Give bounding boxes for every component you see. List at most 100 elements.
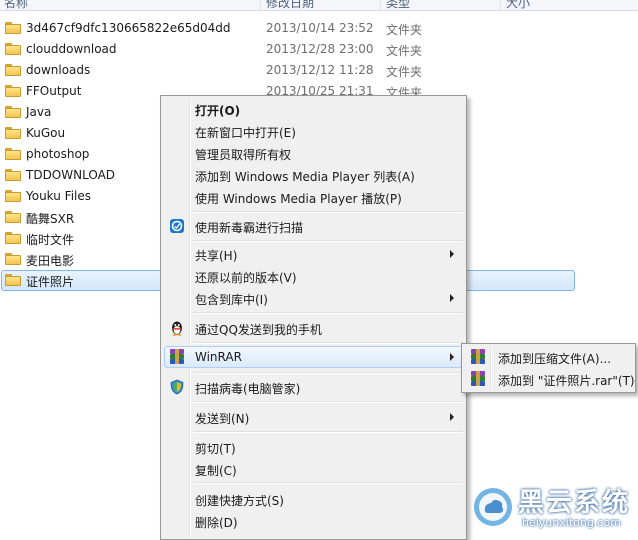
menu-item-label: 还原以前的版本(V) xyxy=(195,271,297,285)
menu-item-share[interactable]: 共享(H) xyxy=(163,243,464,265)
column-divider[interactable] xyxy=(500,0,501,10)
menu-item-label: 使用新毒霸进行扫描 xyxy=(195,221,304,235)
column-divider[interactable] xyxy=(260,0,261,10)
file-name: 酷舞SXR xyxy=(26,212,75,226)
column-header-size[interactable]: 大小 xyxy=(506,0,530,11)
file-name: downloads xyxy=(26,63,91,77)
folder-icon xyxy=(5,274,21,286)
menu-item-take-ownership[interactable]: 管理员取得所有权 xyxy=(163,142,464,164)
folder-icon xyxy=(5,22,21,34)
menu-item-label: 复制(C) xyxy=(195,464,237,478)
file-name: Youku Files xyxy=(26,189,92,203)
menu-separator xyxy=(193,312,463,314)
menu-item-send-via-qq[interactable]: 通过QQ发送到我的手机 xyxy=(163,317,464,339)
menu-item-label: 创建快捷方式(S) xyxy=(195,494,284,508)
menu-item-delete[interactable]: 删除(D) xyxy=(163,510,464,532)
menu-separator xyxy=(193,372,463,374)
file-name: 证件照片 xyxy=(26,275,75,289)
folder-icon xyxy=(5,211,21,223)
folder-icon xyxy=(5,85,21,97)
menu-item-duba-scan[interactable]: 使用新毒霸进行扫描 xyxy=(163,215,464,237)
file-name: 麦田电影 xyxy=(26,254,75,268)
file-name: 临时文件 xyxy=(26,233,75,247)
submenu-arrow-icon xyxy=(450,413,454,421)
cloud-logo-icon xyxy=(474,488,512,526)
qq-penguin-icon xyxy=(172,321,182,336)
watermark-title: 黑云系统 xyxy=(518,488,631,518)
menu-item-scan-virus-pc-manager[interactable]: 扫描病毒(电脑管家) xyxy=(163,376,464,398)
menu-item-play-with-wmp[interactable]: 使用 Windows Media Player 播放(P) xyxy=(163,186,464,208)
menu-item-label: 添加到压缩文件(A)... xyxy=(498,352,612,366)
folder-icon xyxy=(5,127,21,139)
folder-icon xyxy=(5,148,21,160)
file-date: 2013/10/14 23:52 xyxy=(266,21,374,35)
menu-item-label: 在新窗口中打开(E) xyxy=(195,126,296,140)
context-menu: 打开(O) 在新窗口中打开(E) 管理员取得所有权 添加到 Windows Me… xyxy=(160,95,467,540)
menu-item-open[interactable]: 打开(O) xyxy=(163,98,464,120)
menu-separator xyxy=(193,240,463,242)
winrar-icon xyxy=(470,349,486,365)
menu-item-send-to[interactable]: 发送到(N) xyxy=(163,406,464,428)
column-header-name[interactable]: 名称 xyxy=(4,0,28,11)
column-divider[interactable] xyxy=(380,0,381,10)
file-date: 2013/12/28 23:00 xyxy=(266,42,374,56)
menu-item-create-shortcut[interactable]: 创建快捷方式(S) xyxy=(163,488,464,510)
folder-icon xyxy=(5,253,21,265)
menu-item-copy[interactable]: 复制(C) xyxy=(163,458,464,480)
menu-item-winrar[interactable]: WinRAR xyxy=(163,346,464,368)
menu-item-label: 管理员取得所有权 xyxy=(195,148,292,162)
file-row[interactable]: downloads 2013/12/12 11:28 文件夹 xyxy=(0,60,638,81)
watermark-url: heiyunxitong.com xyxy=(522,516,621,529)
menu-item-label: 添加到 Windows Media Player 列表(A) xyxy=(195,170,415,184)
file-date: 2013/12/12 11:28 xyxy=(266,63,374,77)
submenu-arrow-icon xyxy=(450,250,454,258)
file-type: 文件夹 xyxy=(386,23,423,37)
menu-item-label: 添加到 "证件照片.rar"(T) xyxy=(498,374,635,388)
submenu-arrow-icon xyxy=(450,294,454,302)
menu-item-add-to-named-rar[interactable]: 添加到 "证件照片.rar"(T) xyxy=(464,368,635,390)
menu-item-label: 剪切(T) xyxy=(195,442,236,456)
file-name: clouddownload xyxy=(26,42,117,56)
shield-icon xyxy=(170,379,184,395)
menu-item-label: 扫描病毒(电脑管家) xyxy=(195,382,301,396)
file-row[interactable]: 3d467cf9dfc130665822e65d04dd 2013/10/14 … xyxy=(0,18,638,39)
menu-item-add-to-wmp-list[interactable]: 添加到 Windows Media Player 列表(A) xyxy=(163,164,464,186)
folder-icon xyxy=(5,64,21,76)
submenu-arrow-icon xyxy=(450,353,454,361)
duba-antivirus-icon xyxy=(170,219,184,233)
winrar-icon xyxy=(169,349,185,365)
folder-icon xyxy=(5,232,21,244)
menu-separator xyxy=(193,342,463,344)
folder-icon xyxy=(5,43,21,55)
file-name: 3d467cf9dfc130665822e65d04dd xyxy=(26,21,231,35)
file-row[interactable]: clouddownload 2013/12/28 23:00 文件夹 xyxy=(0,39,638,60)
menu-separator xyxy=(193,482,463,484)
menu-item-add-to-archive[interactable]: 添加到压缩文件(A)... xyxy=(464,346,633,368)
menu-item-include-in-library[interactable]: 包含到库中(I) xyxy=(163,287,464,309)
menu-item-label: 删除(D) xyxy=(195,516,238,530)
winrar-submenu: 添加到压缩文件(A)... 添加到 "证件照片.rar"(T) xyxy=(461,343,636,393)
menu-item-label: 通过QQ发送到我的手机 xyxy=(195,323,322,337)
file-name: FFOutput xyxy=(26,84,82,98)
file-name: KuGou xyxy=(26,126,66,140)
menu-item-label: 共享(H) xyxy=(195,249,238,263)
menu-item-restore-previous-versions[interactable]: 还原以前的版本(V) xyxy=(163,265,464,287)
menu-item-label: WinRAR xyxy=(195,350,242,364)
column-header-type[interactable]: 类型 xyxy=(386,0,410,11)
file-type: 文件夹 xyxy=(386,65,423,79)
menu-item-label: 包含到库中(I) xyxy=(195,293,268,307)
folder-icon xyxy=(5,106,21,118)
file-type: 文件夹 xyxy=(386,44,423,58)
menu-item-cut[interactable]: 剪切(T) xyxy=(163,436,464,458)
menu-item-open-new-window[interactable]: 在新窗口中打开(E) xyxy=(163,120,464,142)
file-name: Java xyxy=(26,105,52,119)
winrar-icon xyxy=(470,371,486,387)
file-name: TDDOWNLOAD xyxy=(26,168,116,182)
menu-item-label: 打开(O) xyxy=(195,104,241,118)
site-watermark: 黑云系统 heiyunxitong.com xyxy=(466,476,638,534)
menu-item-label: 使用 Windows Media Player 播放(P) xyxy=(195,192,402,206)
folder-icon xyxy=(5,190,21,202)
menu-separator xyxy=(193,211,463,213)
menu-separator xyxy=(193,431,463,433)
column-header-date[interactable]: 修改日期 xyxy=(266,0,314,11)
